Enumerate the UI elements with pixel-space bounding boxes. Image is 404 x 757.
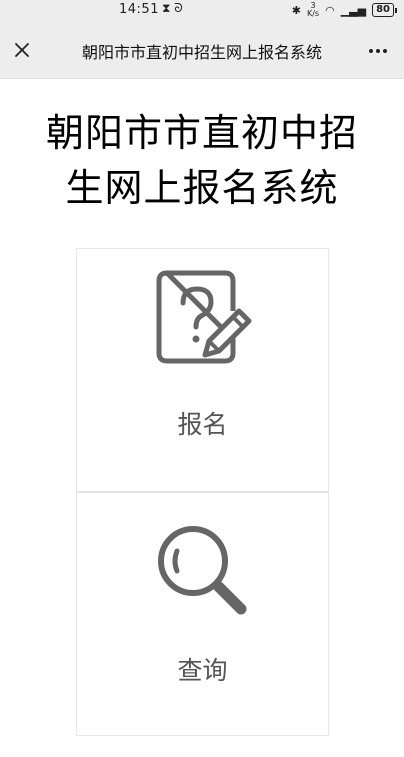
- register-label: 报名: [177, 410, 228, 439]
- battery-indicator: 80: [372, 3, 397, 17]
- close-icon[interactable]: [8, 36, 36, 64]
- more-icon[interactable]: [364, 36, 392, 64]
- bluetooth-icon: ✱: [291, 3, 301, 17]
- status-right-icons: ✱ 3 K/s ◠ ▁▃▅ 80: [291, 1, 397, 18]
- page-title: 朝阳市市直初中招 生网上报名系统: [0, 106, 404, 216]
- magnifier-icon: [158, 526, 247, 615]
- register-card[interactable]: 报名: [76, 248, 329, 492]
- network-speed-icon: 3 K/s: [306, 1, 320, 18]
- query-card[interactable]: 查询: [76, 492, 329, 736]
- nav-bar: 朝阳市市直初中招生网上报名系统: [0, 22, 404, 79]
- query-label: 查询: [177, 656, 228, 685]
- signal-icon: ▁▃▅: [340, 3, 367, 17]
- wifi-icon: ◠: [325, 3, 335, 17]
- page-title-line2: 生网上报名系统: [65, 166, 339, 210]
- status-left-icons: ⧗ ᘐ: [162, 1, 183, 16]
- nav-title: 朝阳市市直初中招生网上报名系统: [81, 43, 322, 62]
- status-bar: 14:51 ⧗ ᘐ ✱ 3 K/s ◠ ▁▃▅ 80: [0, 0, 404, 22]
- page-title-line1: 朝阳市市直初中招: [45, 111, 358, 155]
- hourglass-icon: ⧗: [162, 1, 171, 15]
- question-document-pencil-icon: [156, 270, 252, 364]
- ear-icon: ᘐ: [174, 1, 183, 15]
- status-time: 14:51: [119, 2, 159, 17]
